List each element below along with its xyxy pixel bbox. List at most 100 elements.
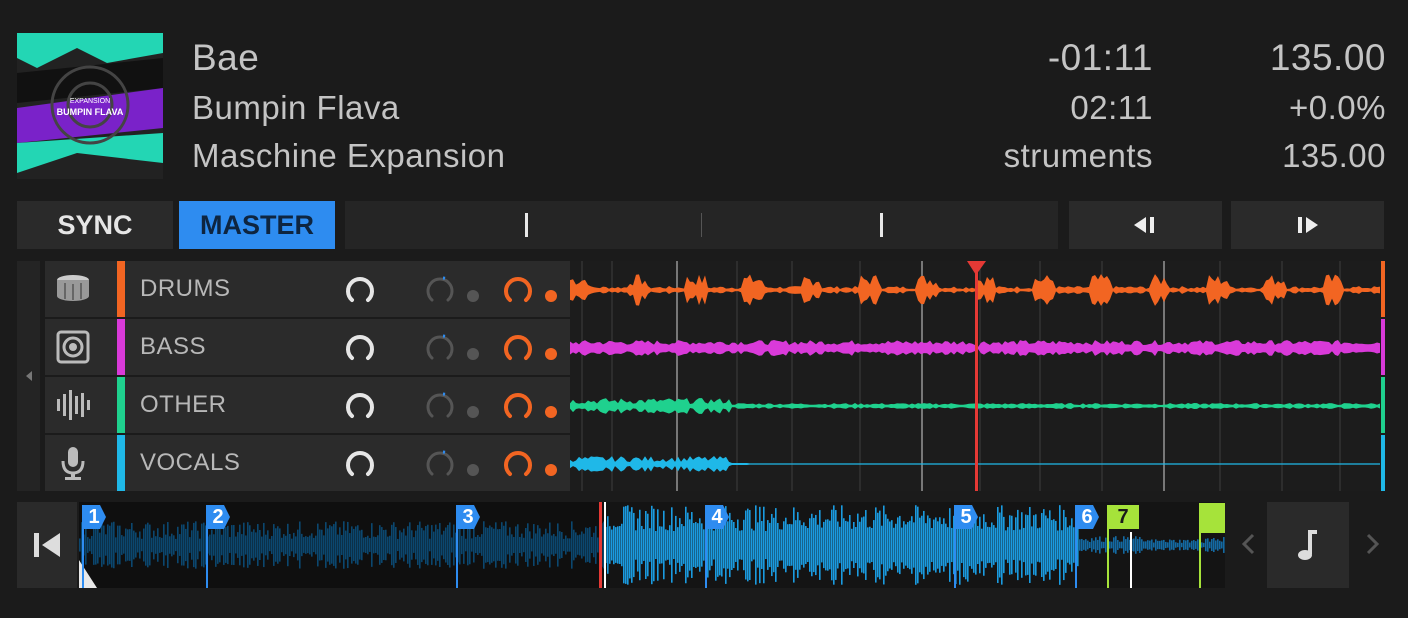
playhead-marker <box>967 261 986 275</box>
next-button[interactable] <box>1365 532 1381 561</box>
stem-fx-toggle[interactable] <box>545 406 557 418</box>
overview-bar <box>889 521 891 569</box>
overview-bar <box>899 515 901 575</box>
stem-fx-knob[interactable] <box>503 391 533 421</box>
overview-bar <box>713 530 715 560</box>
overview-bar <box>775 508 777 582</box>
skip-to-start-icon <box>34 533 60 557</box>
overview-bar <box>801 525 803 565</box>
overview-bar <box>1149 540 1151 550</box>
overview-bar <box>795 520 797 570</box>
overview-bar <box>987 526 989 564</box>
overview-bar <box>1059 505 1061 585</box>
stem-fx-toggle[interactable] <box>545 348 557 360</box>
stem-filter-knob[interactable] <box>425 391 455 421</box>
cue-marker-7[interactable]: 7 <box>1107 505 1139 529</box>
overview-bar <box>961 527 963 563</box>
stem-fx-knob[interactable] <box>503 275 533 305</box>
stem-filter-knob[interactable] <box>425 449 455 479</box>
overview-bar <box>833 505 835 585</box>
overview-bar <box>877 512 879 578</box>
stem-level-edge <box>1381 377 1385 433</box>
overview-bar <box>911 516 913 574</box>
overview-bar <box>761 521 763 569</box>
overview-bar <box>787 524 789 566</box>
overview-bar <box>711 524 713 566</box>
overview-bar <box>741 530 743 560</box>
overview-bar <box>869 526 871 564</box>
stem-volume-knob[interactable] <box>345 391 375 421</box>
overview-bar <box>1111 541 1113 549</box>
stem-filter-toggle[interactable] <box>467 406 479 418</box>
overview-bar <box>1043 509 1045 581</box>
overview-bar <box>1143 541 1145 549</box>
overview-bar <box>847 521 849 569</box>
overview-bar <box>861 517 863 573</box>
stem-row-other[interactable]: OTHER <box>45 377 570 433</box>
stem-filter-toggle[interactable] <box>467 464 479 476</box>
overview-bar <box>635 530 637 560</box>
overview-bar <box>659 526 661 564</box>
cue-back-button[interactable] <box>17 502 77 588</box>
overview-bar <box>633 512 635 578</box>
sync-button[interactable]: SYNC <box>17 201 173 249</box>
track-overview[interactable] <box>79 502 1225 588</box>
overview-bar <box>945 523 947 567</box>
overview-bar <box>1027 515 1029 575</box>
overview-bar <box>613 525 615 565</box>
stem-filter-toggle[interactable] <box>467 348 479 360</box>
master-button[interactable]: MASTER <box>179 201 335 249</box>
stem-row-drums[interactable]: DRUMS <box>45 261 570 317</box>
music-note-button[interactable] <box>1267 502 1349 588</box>
overview-bar <box>673 530 675 560</box>
stem-fx-toggle[interactable] <box>545 464 557 476</box>
overview-bar <box>667 530 669 560</box>
overview-bar <box>619 526 621 564</box>
overview-bar <box>1013 530 1015 560</box>
stem-fx-knob[interactable] <box>503 333 533 363</box>
track-artist: Bumpin Flava <box>192 89 400 126</box>
stem-volume-knob[interactable] <box>345 449 375 479</box>
overview-bar <box>1117 540 1119 550</box>
overview-bar <box>919 517 921 573</box>
overview-bar <box>841 505 843 585</box>
stem-volume-knob[interactable] <box>345 275 375 305</box>
stem-volume-knob[interactable] <box>345 333 375 363</box>
overview-bar <box>1205 538 1207 552</box>
overview-bar <box>1153 542 1155 548</box>
stem-waveform-display[interactable] <box>570 261 1385 491</box>
overview-bar <box>803 522 805 568</box>
stem-fx-knob[interactable] <box>503 449 533 479</box>
overview-bar <box>739 530 741 560</box>
prev-button[interactable] <box>1240 532 1256 561</box>
beatjump-back-button[interactable] <box>1069 201 1222 249</box>
stems-collapse-handle[interactable] <box>17 261 40 491</box>
overview-bar <box>1049 510 1051 580</box>
overview-bar <box>907 522 909 568</box>
overview-bar <box>699 518 701 572</box>
stem-level-edge <box>1381 319 1385 375</box>
overview-bar <box>1151 539 1153 551</box>
overview-bar <box>785 517 787 573</box>
overview-bar <box>759 506 761 584</box>
overview-bar <box>1097 539 1099 551</box>
overview-bar <box>1163 539 1165 551</box>
loop-out-marker[interactable] <box>1199 503 1225 533</box>
overview-bar <box>929 518 931 572</box>
overview-bar <box>751 528 753 562</box>
overview-bar <box>939 517 941 573</box>
overview-bar <box>1079 539 1081 551</box>
stem-filter-toggle[interactable] <box>467 290 479 302</box>
stem-filter-knob[interactable] <box>425 333 455 363</box>
stem-row-bass[interactable]: BASS <box>45 319 570 375</box>
overview-bar <box>669 525 671 565</box>
stem-color-strip <box>117 261 125 317</box>
overview-bar <box>875 507 877 583</box>
stem-row-vocals[interactable]: VOCALS <box>45 435 570 491</box>
overview-bar <box>1193 540 1195 550</box>
stem-filter-knob[interactable] <box>425 275 455 305</box>
overview-bar <box>779 529 781 561</box>
stem-fx-toggle[interactable] <box>545 290 557 302</box>
overview-bar <box>933 519 935 571</box>
beatjump-forward-button[interactable] <box>1231 201 1384 249</box>
